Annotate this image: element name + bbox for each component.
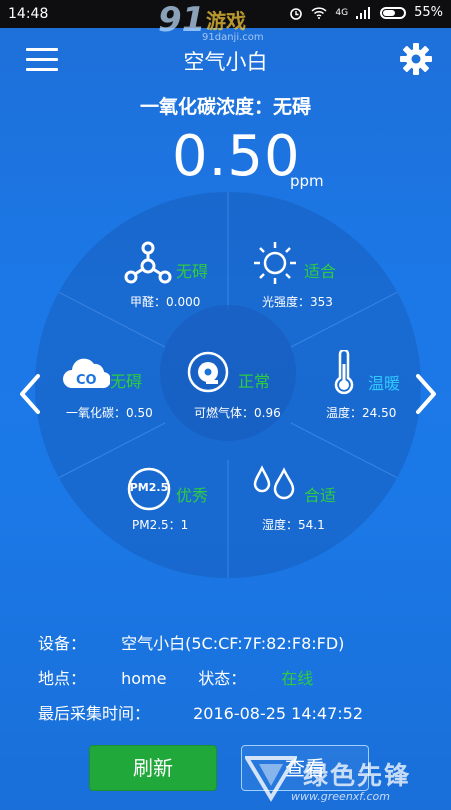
reading-unit: ppm (290, 172, 324, 190)
gas-meter-icon (187, 351, 229, 393)
watermark-number: 91 (158, 0, 206, 40)
gear-icon[interactable] (399, 42, 433, 76)
water-drops-icon (253, 465, 295, 500)
time-key: 最后采集时间： (38, 704, 151, 723)
time-value: 2016-08-25 14:47:52 (193, 704, 364, 723)
temperature-status: 温暖 (368, 374, 401, 393)
status-icons: 4G 55% (289, 5, 443, 20)
refresh-button[interactable]: 刷新 (89, 745, 217, 791)
location-key: 地点： (38, 669, 87, 688)
humidity-status: 合适 (304, 486, 337, 505)
battery-icon (380, 6, 407, 19)
location-value: home (121, 669, 167, 688)
device-row: 设备： 空气小白(5C:CF:7F:82:F8:FD) (38, 630, 344, 654)
device-key: 设备： (38, 634, 87, 653)
site-watermark-top: 91 游戏 91danji.com (158, 0, 308, 46)
watermark-name: 游戏 (206, 9, 246, 33)
pm25-icon-text: PM2.5 (129, 481, 169, 494)
formaldehyde-status: 无碍 (176, 262, 209, 281)
co-status: 无碍 (110, 372, 143, 391)
gas-status: 正常 (238, 372, 271, 391)
signal-icon (356, 6, 371, 19)
humidity-label: 湿度：54.1 (262, 518, 325, 532)
watermark-bottom-url: www.greenxf.com (291, 790, 390, 803)
device-value: 空气小白(5C:CF:7F:82:F8:FD) (121, 634, 345, 653)
time-row: 最后采集时间： 2016-08-25 14:47:52 (38, 700, 363, 724)
chevron-left-icon[interactable] (14, 372, 44, 416)
pm25-label: PM2.5：1 (132, 518, 189, 532)
molecule-icon (124, 241, 172, 284)
network-type: 4G (335, 7, 349, 18)
reading-value: 0.50 (172, 124, 301, 189)
chevron-right-icon[interactable] (412, 372, 442, 416)
temperature-label: 温度：24.50 (326, 406, 397, 420)
formaldehyde-label: 甲醛：0.000 (130, 295, 201, 309)
reading-headline: 一氧化碳浓度：无碍 (139, 96, 311, 118)
svg-text:CO: CO (76, 373, 97, 388)
view-button[interactable]: 查看 (241, 745, 369, 791)
gas-label: 可燃气体：0.96 (194, 406, 281, 420)
status-time: 14:48 (8, 6, 49, 22)
watermark-url: 91danji.com (202, 32, 264, 43)
battery-percent: 55% (414, 5, 443, 20)
light-status: 适合 (304, 262, 337, 281)
light-label: 光强度：353 (262, 295, 333, 309)
location-row: 地点： home 状态： 在线 (38, 665, 313, 689)
pm25-status: 优秀 (176, 486, 209, 505)
co-cloud-icon: CO (63, 358, 110, 389)
thermometer-icon (334, 350, 354, 395)
state-value: 在线 (281, 669, 314, 688)
state-key: 状态： (198, 669, 247, 688)
co-label: 一氧化碳：0.50 (66, 406, 153, 420)
app-title: 空气小白 (183, 50, 268, 74)
wifi-icon (311, 6, 327, 19)
sun-icon (254, 242, 296, 284)
